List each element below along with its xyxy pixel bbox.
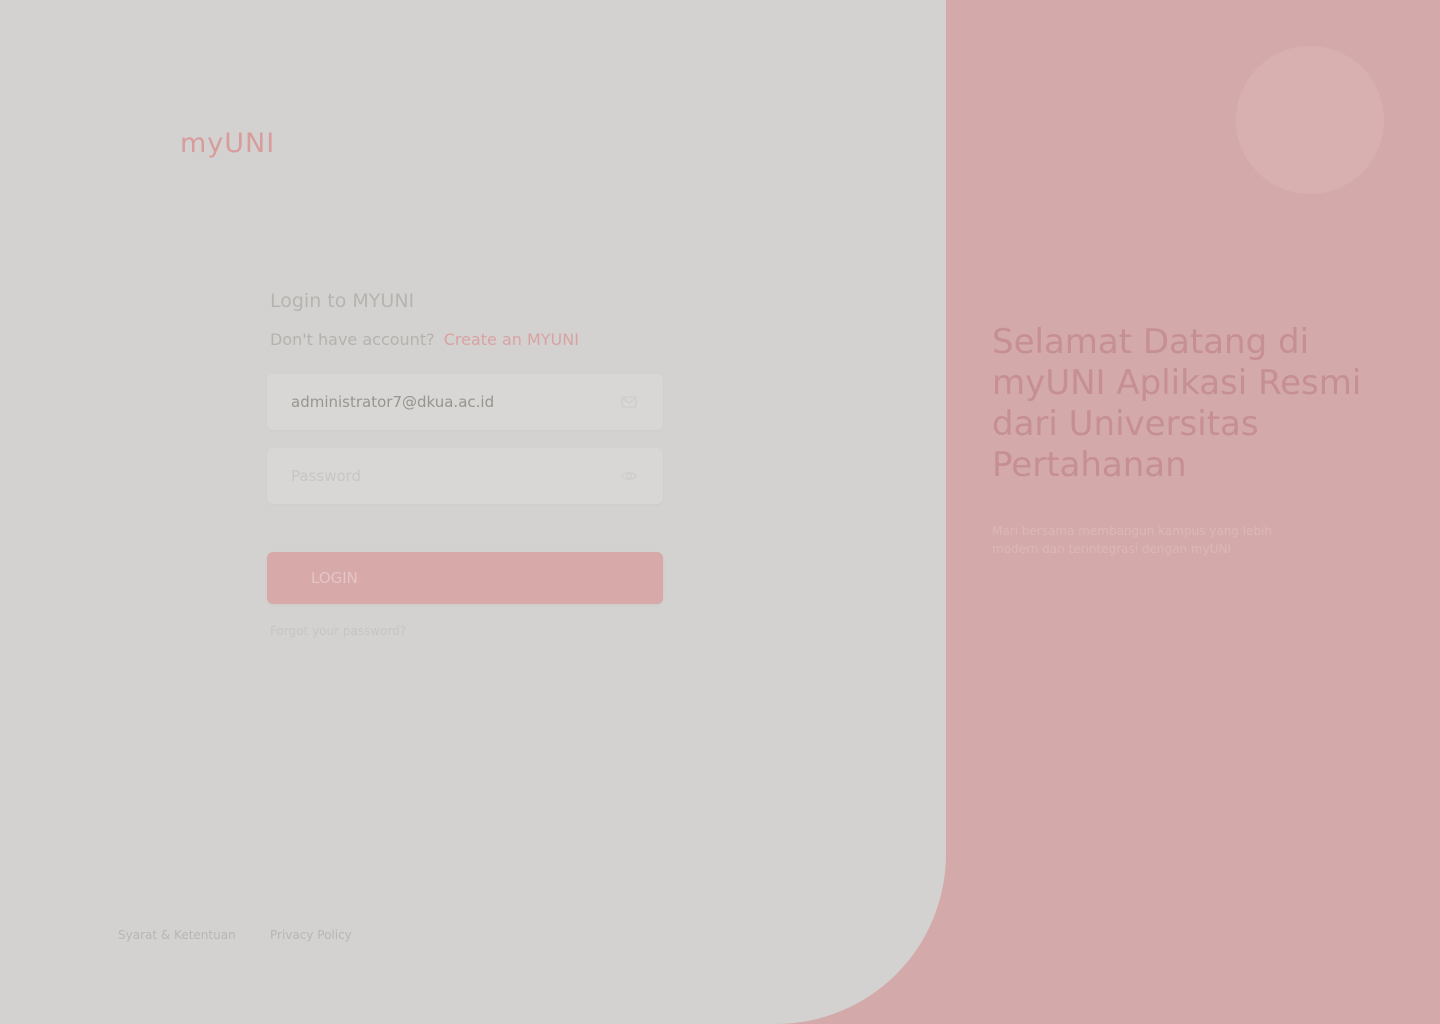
login-button[interactable]: LOGIN: [267, 552, 663, 604]
footer-link-terms[interactable]: Syarat & Ketentuan: [118, 928, 236, 942]
forgot-password-link[interactable]: Forgot your password?: [270, 624, 406, 638]
mail-icon: [621, 396, 637, 408]
decorative-circle: [1236, 46, 1384, 194]
password-field[interactable]: [267, 448, 663, 504]
app-logo[interactable]: myUNI: [180, 128, 275, 159]
password-input[interactable]: [291, 448, 591, 504]
login-title: Login to MYUNI: [270, 290, 415, 312]
email-field[interactable]: [267, 374, 663, 430]
login-card: myUNI Login to MYUNI Don't have account?…: [0, 0, 946, 1024]
signup-prompt-text: Don't have account?: [270, 330, 435, 349]
email-input[interactable]: [291, 374, 591, 430]
signup-prompt: Don't have account? Create an MYUNI: [270, 330, 579, 349]
signup-link[interactable]: Create an MYUNI: [444, 330, 579, 349]
welcome-title: Selamat Datang di myUNI Aplikasi Resmi d…: [992, 322, 1362, 485]
welcome-description: Mari bersama membangun kampus yang lebih…: [992, 524, 1273, 556]
footer-link-privacy[interactable]: Privacy Policy: [270, 928, 352, 942]
eye-icon[interactable]: [621, 468, 637, 484]
